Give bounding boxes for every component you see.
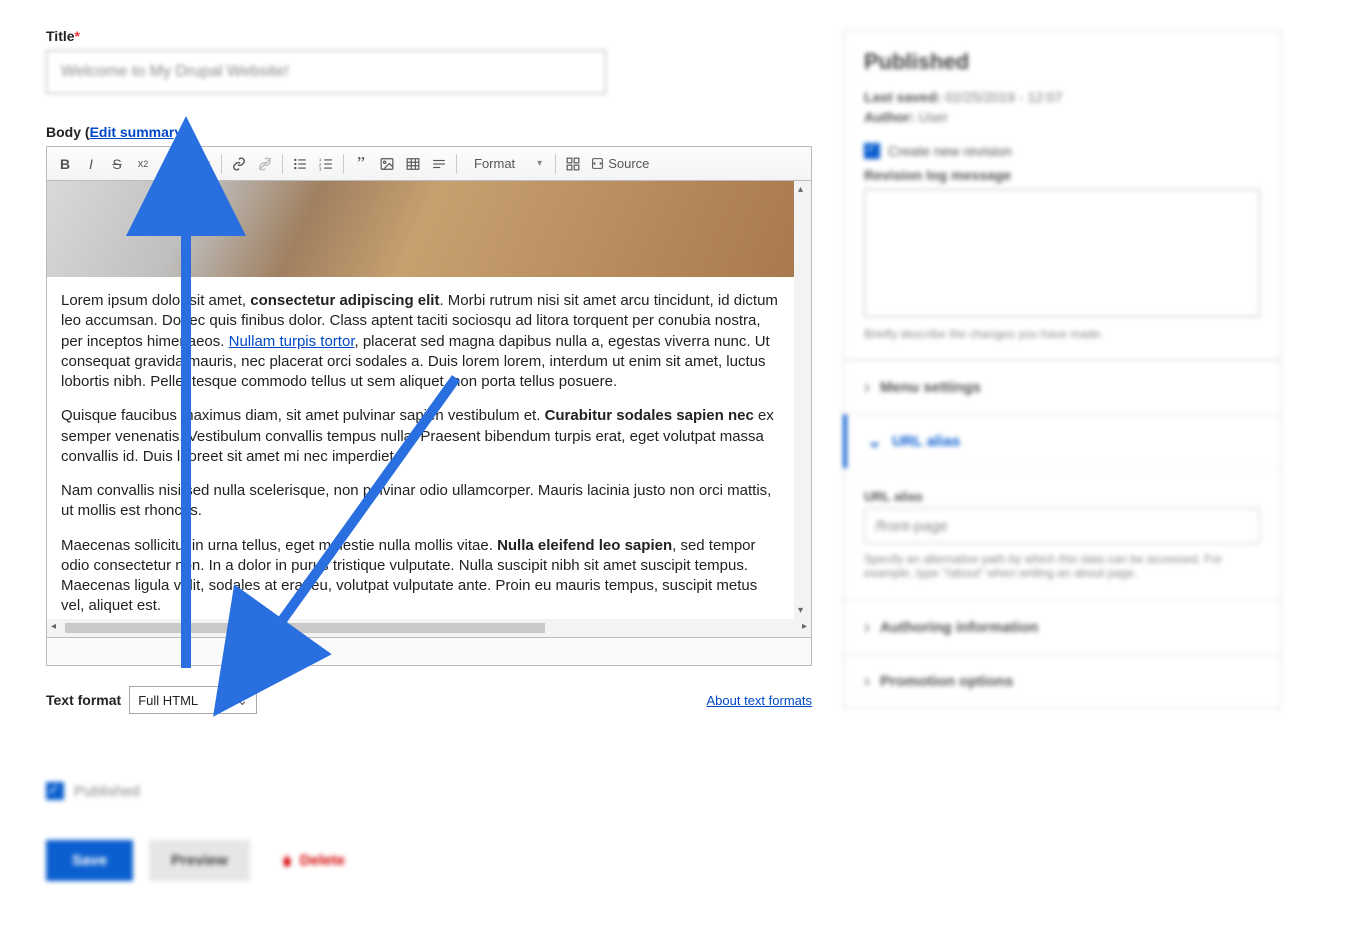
hr-icon[interactable] xyxy=(427,152,451,176)
checkbox-icon[interactable] xyxy=(864,143,880,159)
editor-body[interactable]: Lorem ipsum dolor sit amet, consectetur … xyxy=(47,181,811,637)
subscript-icon[interactable]: x2 xyxy=(157,152,181,176)
scrollbar-horizontal[interactable]: ◂▸ xyxy=(47,619,811,637)
url-alias-body: URL alias Specify an alternative path by… xyxy=(844,468,1280,600)
url-alias-help: Specify an alternative path by which thi… xyxy=(864,552,1260,580)
preview-button[interactable]: Preview xyxy=(149,840,250,881)
text-format-label: Text format xyxy=(46,692,121,708)
promotion-options-accordion[interactable]: Promotion options xyxy=(844,654,1280,708)
editor-footer xyxy=(47,637,811,665)
bulleted-list-icon[interactable] xyxy=(288,152,312,176)
hero-image xyxy=(47,181,794,277)
authoring-info-accordion[interactable]: Authoring information xyxy=(844,600,1280,654)
blockquote-icon[interactable]: ” xyxy=(349,152,373,176)
paragraph: Quisque faucibus maximus diam, sit amet … xyxy=(61,406,780,467)
body-link[interactable]: Nullam turpis tortor xyxy=(229,333,355,350)
published-checkbox-label: Published xyxy=(74,783,140,800)
menu-settings-accordion[interactable]: Menu settings xyxy=(844,360,1280,414)
about-text-formats-link[interactable]: About text formats xyxy=(707,693,813,708)
url-alias-input[interactable] xyxy=(864,508,1260,544)
superscript-icon[interactable]: x2 xyxy=(131,152,155,176)
svg-text:3: 3 xyxy=(319,166,322,171)
editor: B I S x2 x2 Tx 123 ” xyxy=(46,146,812,666)
form-actions: Save Preview Delete xyxy=(46,840,812,881)
title-label: Title* xyxy=(46,28,812,44)
sidebar: Published Last saved: 02/25/2019 - 12:07… xyxy=(843,30,1281,709)
image-icon[interactable] xyxy=(375,152,399,176)
numbered-list-icon[interactable]: 123 xyxy=(314,152,338,176)
status-heading: Published xyxy=(864,49,1260,75)
editor-toolbar: B I S x2 x2 Tx 123 ” xyxy=(47,147,811,181)
bold-icon[interactable]: B xyxy=(53,152,77,176)
link-icon[interactable] xyxy=(227,152,251,176)
author: Author: User xyxy=(864,109,1260,125)
save-button[interactable]: Save xyxy=(46,840,133,881)
paragraph: Lorem ipsum dolor sit amet, consectetur … xyxy=(61,291,780,392)
create-revision-checkbox[interactable]: Create new revision xyxy=(864,143,1260,159)
url-alias-accordion[interactable]: URL alias xyxy=(843,414,1280,468)
body-label: Body (Edit summary) xyxy=(46,124,812,140)
revision-log-textarea[interactable] xyxy=(864,189,1260,317)
scrollbar-vertical[interactable]: ▴▾ xyxy=(794,181,811,619)
edit-summary-link[interactable]: Edit summary xyxy=(90,124,183,140)
show-blocks-icon[interactable] xyxy=(561,152,585,176)
text-format-select[interactable]: Full HTML xyxy=(129,686,257,714)
format-dropdown[interactable]: Format xyxy=(466,152,550,176)
unlink-icon xyxy=(253,152,277,176)
paragraph: Maecenas sollicitudin urna tellus, eget … xyxy=(61,536,780,617)
url-alias-label: URL alias xyxy=(864,489,1260,504)
strike-icon[interactable]: S xyxy=(105,152,129,176)
source-button[interactable]: Source xyxy=(587,152,653,176)
delete-button[interactable]: Delete xyxy=(280,852,345,869)
last-saved: Last saved: 02/25/2019 - 12:07 xyxy=(864,89,1260,105)
title-input[interactable] xyxy=(46,50,606,94)
remove-format-icon[interactable]: Tx xyxy=(192,152,216,176)
revision-help: Briefly describe the changes you have ma… xyxy=(864,327,1260,341)
blockquote-text: Nam convallis nisi sed nulla scelerisque… xyxy=(61,481,780,522)
required-star: * xyxy=(75,28,80,44)
checkbox-icon[interactable] xyxy=(46,782,64,800)
italic-icon[interactable]: I xyxy=(79,152,103,176)
published-checkbox-row[interactable]: Published xyxy=(46,782,812,800)
revision-log-label: Revision log message xyxy=(864,167,1260,183)
table-icon[interactable] xyxy=(401,152,425,176)
